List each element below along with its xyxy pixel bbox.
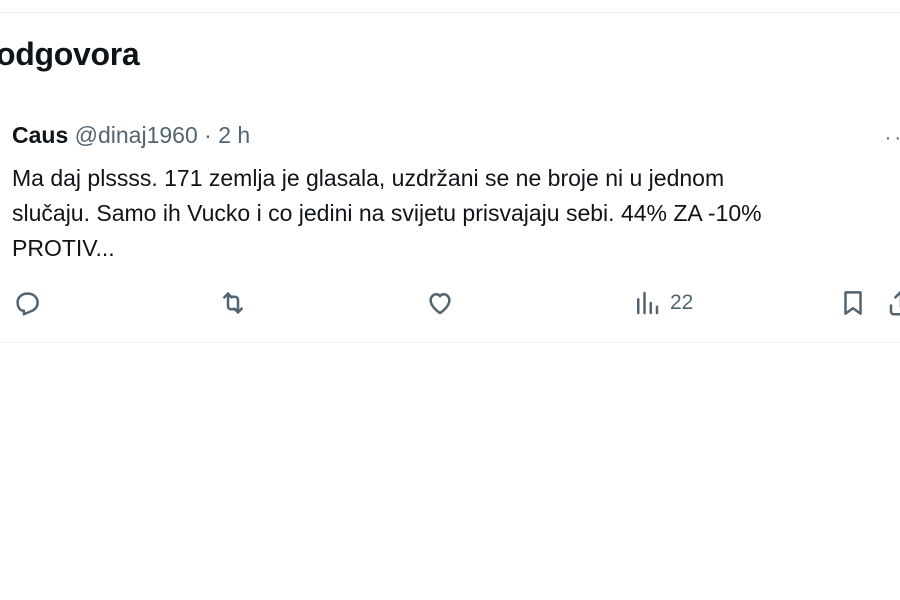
bookmark-button[interactable] xyxy=(838,285,868,321)
page: odgovora Caus @dinaj1960 · 2 h ·· Ma daj… xyxy=(0,0,900,600)
heart-icon xyxy=(429,293,451,315)
reply-icon xyxy=(16,292,39,316)
views-count: 22 xyxy=(670,291,694,314)
section-title: odgovora xyxy=(0,36,140,72)
share-button[interactable] xyxy=(886,285,900,321)
bookmark-icon xyxy=(844,291,862,315)
like-button[interactable] xyxy=(425,285,455,321)
tweet-action-bar: 22 xyxy=(0,285,900,321)
tweet-timestamp[interactable]: 2 h xyxy=(218,122,250,148)
reply-button[interactable] xyxy=(12,285,42,321)
repost-icon xyxy=(223,292,243,314)
tweet-text: Ma daj plssss. 171 zemlja je glasala, uz… xyxy=(12,165,762,261)
views-button[interactable]: 22 xyxy=(632,285,693,321)
bottom-divider xyxy=(0,342,900,343)
header-separator: · xyxy=(204,122,212,148)
tweet-card[interactable]: Caus @dinaj1960 · 2 h ·· Ma daj plssss. … xyxy=(0,105,900,342)
share-icon xyxy=(889,290,900,316)
more-options-button[interactable]: ·· xyxy=(885,127,900,150)
repost-button[interactable] xyxy=(218,285,248,321)
author-name[interactable]: Caus xyxy=(12,122,68,148)
views-chart-icon xyxy=(637,291,659,315)
tweet-header: Caus @dinaj1960 · 2 h xyxy=(12,121,250,149)
author-handle[interactable]: @dinaj1960 xyxy=(75,122,198,148)
top-divider xyxy=(0,12,900,13)
